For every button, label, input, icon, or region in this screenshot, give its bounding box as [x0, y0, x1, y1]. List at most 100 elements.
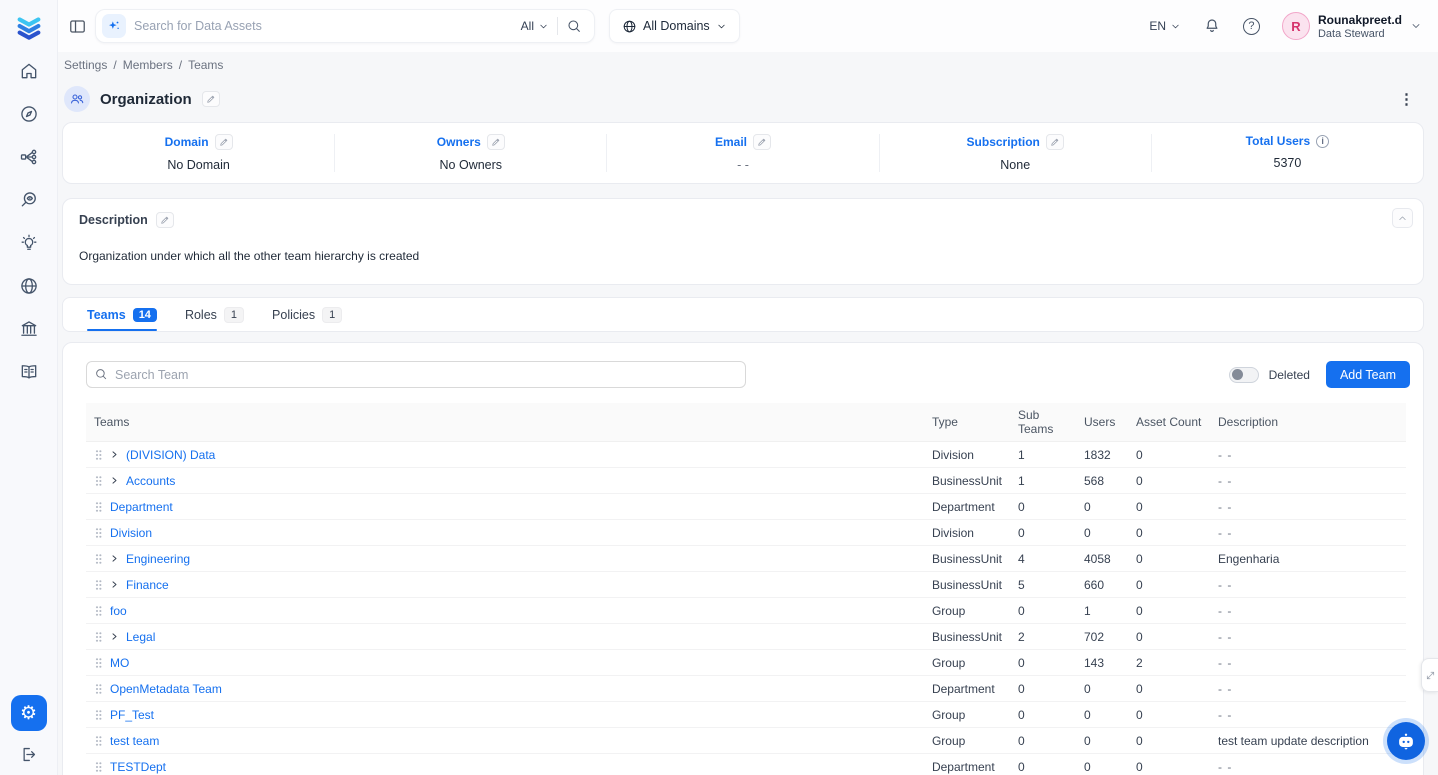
team-name-link[interactable]: Division	[110, 526, 152, 540]
table-row[interactable]: Legal BusinessUnit 2 702 0 - -	[86, 624, 1406, 650]
app-logo[interactable]	[0, 0, 57, 52]
expand-chevron-icon[interactable]	[110, 554, 119, 563]
user-menu[interactable]: R Rounakpreet.d Data Steward	[1282, 12, 1422, 40]
info-circle-icon[interactable]: i	[1316, 135, 1329, 148]
drag-handle-icon[interactable]	[94, 760, 103, 774]
search-team-input[interactable]	[86, 361, 746, 388]
all-domains-dropdown[interactable]: All Domains	[609, 9, 740, 43]
drag-handle-icon[interactable]	[94, 630, 103, 644]
team-name-link[interactable]: MO	[110, 656, 129, 670]
page-title: Organization	[100, 91, 192, 108]
expand-chevron-icon[interactable]	[110, 450, 119, 459]
main-content: Settings / Members / Teams Organization …	[58, 52, 1438, 775]
team-name-link[interactable]: Department	[110, 500, 173, 514]
add-team-button[interactable]: Add Team	[1326, 361, 1410, 388]
team-description: - -	[1210, 598, 1406, 624]
settings-gear-icon[interactable]: ⚙	[11, 695, 47, 731]
table-row[interactable]: (DIVISION) Data Division 1 1832 0 - -	[86, 442, 1406, 468]
team-avatar-icon	[64, 86, 90, 112]
team-name-link[interactable]: PF_Test	[110, 708, 154, 722]
table-row[interactable]: Department Department 0 0 0 - -	[86, 494, 1406, 520]
search-input[interactable]	[134, 19, 513, 33]
table-row[interactable]: Division Division 0 0 0 - -	[86, 520, 1406, 546]
drag-handle-icon[interactable]	[94, 552, 103, 566]
table-row[interactable]: Accounts BusinessUnit 1 568 0 - -	[86, 468, 1406, 494]
search-icon[interactable]	[566, 18, 582, 34]
ai-sparkle-icon[interactable]	[102, 14, 126, 38]
table-row[interactable]: Finance BusinessUnit 5 660 0 - -	[86, 572, 1406, 598]
language-dropdown[interactable]: EN	[1149, 19, 1181, 33]
team-asset-count: 0	[1128, 572, 1210, 598]
table-row[interactable]: OpenMetadata Team Department 0 0 0 - -	[86, 676, 1406, 702]
deleted-toggle[interactable]	[1229, 367, 1259, 383]
tab-teams[interactable]: Teams 14	[87, 307, 157, 331]
team-name-link[interactable]: test team	[110, 734, 159, 748]
team-name-link[interactable]: Legal	[126, 630, 155, 644]
table-header-row: Teams Type Sub Teams Users Asset Count D…	[86, 403, 1406, 442]
govern-bank-icon[interactable]	[18, 318, 40, 340]
team-name-link[interactable]: Engineering	[126, 552, 190, 566]
breadcrumb-teams[interactable]: Teams	[188, 58, 223, 72]
table-row[interactable]: PF_Test Group 0 0 0 - -	[86, 702, 1406, 728]
help-icon[interactable]: ?	[1243, 18, 1260, 35]
collapse-chevron-icon[interactable]	[1392, 208, 1413, 228]
sidebar-toggle-icon[interactable]	[68, 17, 87, 36]
team-sub-teams: 2	[1010, 624, 1076, 650]
glossary-book-icon[interactable]	[18, 361, 40, 383]
edit-description-icon[interactable]	[156, 212, 174, 228]
team-users: 1832	[1076, 442, 1128, 468]
observability-search-icon[interactable]	[18, 189, 40, 211]
drag-handle-icon[interactable]	[94, 734, 103, 748]
edit-subscription-icon[interactable]	[1046, 134, 1064, 150]
domains-globe-icon[interactable]	[18, 275, 40, 297]
drag-handle-icon[interactable]	[94, 708, 103, 722]
lineage-graph-icon[interactable]	[18, 146, 40, 168]
insights-bulb-icon[interactable]	[18, 232, 40, 254]
drag-handle-icon[interactable]	[94, 656, 103, 670]
expand-chevron-icon[interactable]	[110, 632, 119, 641]
edit-title-icon[interactable]	[202, 91, 220, 107]
drag-handle-icon[interactable]	[94, 578, 103, 592]
explore-compass-icon[interactable]	[18, 103, 40, 125]
search-scope-dropdown[interactable]: All	[521, 19, 549, 33]
tab-label: Policies	[272, 308, 315, 322]
team-name-link[interactable]: foo	[110, 604, 127, 618]
team-name-link[interactable]: TESTDept	[110, 760, 166, 774]
drag-handle-icon[interactable]	[94, 500, 103, 514]
resize-panel-handle[interactable]	[1421, 658, 1438, 692]
team-name-link[interactable]: (DIVISION) Data	[126, 448, 215, 462]
table-row[interactable]: Engineering BusinessUnit 4 4058 0 Engenh…	[86, 546, 1406, 572]
team-name-link[interactable]: Finance	[126, 578, 169, 592]
tab-count-badge: 1	[224, 307, 244, 323]
tab-roles[interactable]: Roles 1	[185, 307, 244, 331]
team-users: 0	[1076, 676, 1128, 702]
expand-chevron-icon[interactable]	[110, 580, 119, 589]
table-row[interactable]: TESTDept Department 0 0 0 - -	[86, 754, 1406, 775]
edit-email-icon[interactable]	[753, 134, 771, 150]
info-field-total-users: Total Usersi 5370	[1152, 134, 1423, 172]
home-icon[interactable]	[18, 60, 40, 82]
team-type: Group	[924, 728, 1010, 754]
edit-owners-icon[interactable]	[487, 134, 505, 150]
tab-policies[interactable]: Policies 1	[272, 307, 342, 331]
team-name-link[interactable]: OpenMetadata Team	[110, 682, 222, 696]
breadcrumb-members[interactable]: Members	[123, 58, 173, 72]
drag-handle-icon[interactable]	[94, 474, 103, 488]
expand-chevron-icon[interactable]	[110, 476, 119, 485]
more-actions-icon[interactable]: ⋮	[1393, 90, 1420, 108]
drag-handle-icon[interactable]	[94, 604, 103, 618]
drag-handle-icon[interactable]	[94, 526, 103, 540]
logout-icon[interactable]	[18, 743, 40, 765]
deleted-toggle-label: Deleted	[1269, 368, 1310, 382]
edit-domain-icon[interactable]	[215, 134, 233, 150]
chatbot-button[interactable]	[1387, 722, 1425, 760]
notifications-bell-icon[interactable]	[1203, 17, 1221, 35]
drag-handle-icon[interactable]	[94, 448, 103, 462]
table-row[interactable]: foo Group 0 1 0 - -	[86, 598, 1406, 624]
table-row[interactable]: MO Group 0 143 2 - -	[86, 650, 1406, 676]
tab-count-badge: 1	[322, 307, 342, 323]
team-name-link[interactable]: Accounts	[126, 474, 175, 488]
breadcrumb-settings[interactable]: Settings	[64, 58, 107, 72]
table-row[interactable]: test team Group 0 0 0 test team update d…	[86, 728, 1406, 754]
drag-handle-icon[interactable]	[94, 682, 103, 696]
